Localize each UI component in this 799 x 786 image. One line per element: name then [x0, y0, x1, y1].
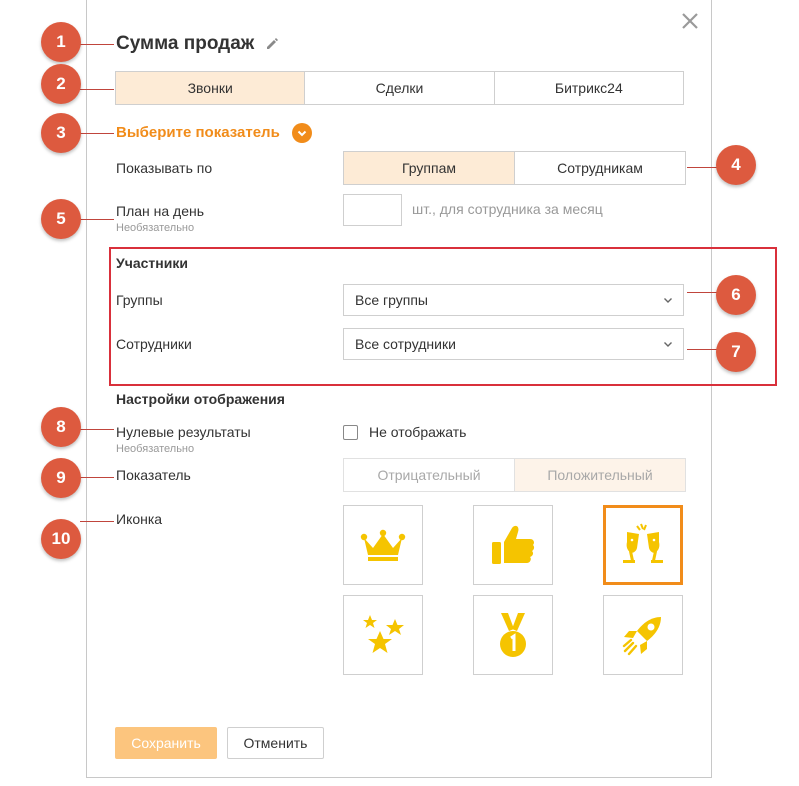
- save-button[interactable]: Сохранить: [115, 727, 217, 759]
- champagne-icon: [623, 523, 663, 563]
- groups-label: Группы: [116, 292, 163, 308]
- thumbs-up-icon: [492, 525, 535, 564]
- chevron-down-icon[interactable]: [292, 123, 312, 143]
- plan-hint: шт., для сотрудника за месяц: [412, 201, 603, 217]
- chevron-down-icon: [664, 342, 672, 347]
- indicator-label: Показатель: [116, 467, 191, 483]
- tab-calls[interactable]: Звонки: [116, 72, 305, 104]
- stars-icon-tile[interactable]: [343, 595, 423, 675]
- annotation-badge: 4: [716, 145, 756, 185]
- annotation-badge: 8: [41, 407, 81, 447]
- medal-icon: [500, 613, 526, 657]
- plan-input[interactable]: [343, 194, 402, 226]
- annotation-badge: 5: [41, 199, 81, 239]
- annotation-badge: 9: [41, 458, 81, 498]
- zero-results-label: Нулевые результаты: [116, 424, 251, 440]
- employees-label: Сотрудники: [116, 336, 192, 352]
- annotation-leader: [80, 219, 114, 220]
- plan-optional-label: Необязательно: [116, 222, 195, 234]
- annotation-badge: 1: [41, 22, 81, 62]
- participants-highlight: [109, 247, 777, 386]
- tab-deals[interactable]: Сделки: [304, 72, 494, 104]
- champagne-icon-tile[interactable]: [603, 505, 683, 585]
- groups-select[interactable]: Все группы: [343, 284, 684, 316]
- annotation-leader: [687, 167, 717, 168]
- annotation-badge: 2: [41, 64, 81, 104]
- participants-title: Участники: [116, 255, 188, 271]
- employees-select[interactable]: Все сотрудники: [343, 328, 684, 360]
- pencil-icon[interactable]: [265, 37, 279, 51]
- annotation-leader: [80, 44, 114, 45]
- annotation-badge: 3: [41, 113, 81, 153]
- display-settings-title: Настройки отображения: [116, 391, 285, 407]
- choose-metric-link[interactable]: Выберите показатель: [116, 124, 280, 141]
- hide-zero-checkbox[interactable]: [343, 425, 358, 440]
- tab-bitrix24[interactable]: Битрикс24: [493, 72, 683, 104]
- annotation-badge: 6: [716, 275, 756, 315]
- icon-label: Иконка: [116, 511, 163, 527]
- crown-icon: [360, 529, 406, 561]
- annotation-leader: [80, 477, 114, 478]
- groups-select-value: Все группы: [355, 292, 428, 308]
- hide-zero-checkbox-label[interactable]: Не отображать: [369, 424, 466, 440]
- rocket-icon-tile[interactable]: [603, 595, 683, 675]
- close-icon[interactable]: [679, 10, 701, 32]
- annotation-badge: 7: [716, 332, 756, 372]
- show-by-employees-button[interactable]: Сотрудникам: [514, 152, 685, 184]
- source-tabs: Звонки Сделки Битрикс24: [115, 71, 684, 105]
- thumbs-up-icon-tile[interactable]: [473, 505, 553, 585]
- cancel-button[interactable]: Отменить: [227, 727, 324, 759]
- show-by-toggle: Группам Сотрудникам: [343, 151, 686, 185]
- employees-select-value: Все сотрудники: [355, 336, 456, 352]
- show-by-groups-button[interactable]: Группам: [344, 152, 514, 184]
- annotation-leader: [80, 133, 114, 134]
- annotation-leader: [687, 349, 717, 350]
- annotation-leader: [80, 429, 114, 430]
- indicator-negative-button[interactable]: Отрицательный: [344, 459, 514, 491]
- medal-icon-tile[interactable]: [473, 595, 553, 675]
- indicator-positive-button[interactable]: Положительный: [514, 459, 685, 491]
- chevron-down-icon: [664, 298, 672, 303]
- indicator-toggle: Отрицательный Положительный: [343, 458, 686, 492]
- annotation-leader: [80, 89, 114, 90]
- show-by-label: Показывать по: [116, 160, 213, 176]
- zero-results-optional-label: Необязательно: [116, 443, 195, 455]
- rocket-icon: [622, 617, 661, 656]
- annotation-badge: 10: [41, 519, 81, 559]
- crown-icon-tile[interactable]: [343, 505, 423, 585]
- annotation-leader: [80, 521, 114, 522]
- stars-icon: [363, 615, 404, 653]
- plan-label: План на день: [116, 203, 205, 219]
- page-title: Сумма продаж: [116, 33, 255, 54]
- annotation-leader: [687, 292, 717, 293]
